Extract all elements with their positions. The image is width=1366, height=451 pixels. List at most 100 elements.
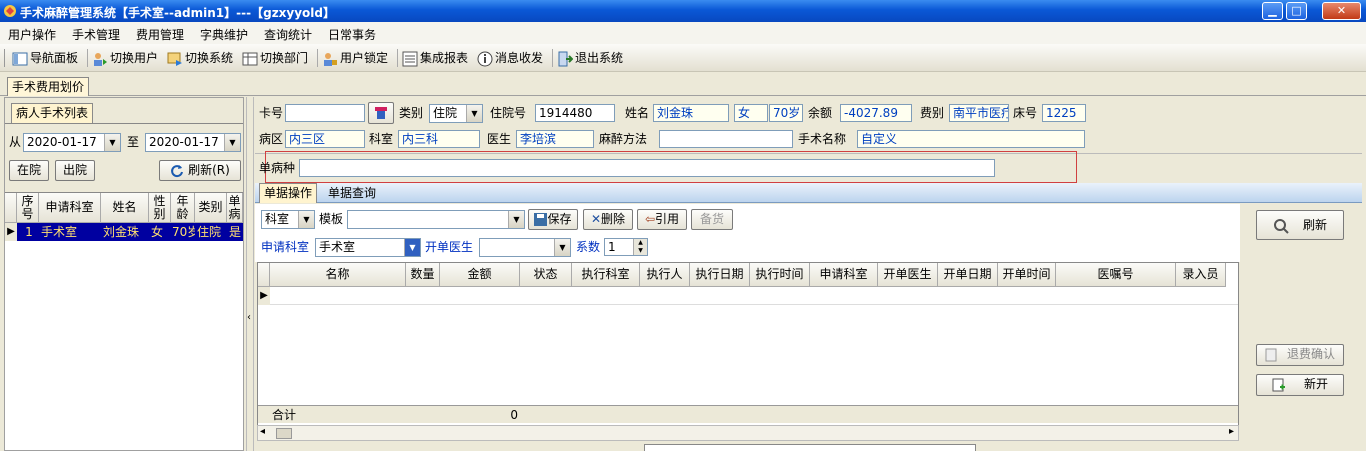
- row-indicator-header: [5, 193, 17, 223]
- col-item-name[interactable]: 名称: [270, 263, 406, 287]
- navigation-panel-button[interactable]: 导航面板: [12, 49, 78, 67]
- discharged-button[interactable]: 出院: [55, 160, 95, 181]
- card-label: 卡号: [259, 106, 284, 120]
- close-button[interactable]: ✕: [1322, 2, 1361, 20]
- col-gender[interactable]: 性别: [149, 193, 171, 223]
- fee-type-label: 费别: [920, 106, 945, 120]
- switch-system-button[interactable]: 切换系统: [167, 49, 233, 67]
- horizontal-scrollbar[interactable]: ◂ ▸: [257, 425, 1239, 441]
- quote-button[interactable]: ⇦引用: [637, 209, 687, 230]
- ward-label: 病区: [259, 132, 284, 146]
- coefficient-stepper[interactable]: 1 ▲ ▼: [604, 238, 648, 256]
- prepare-goods-button[interactable]: 备货: [691, 209, 733, 230]
- report-button[interactable]: 集成报表: [402, 49, 468, 67]
- order-doctor-select[interactable]: ▼: [479, 238, 571, 257]
- menu-surgery-mgmt[interactable]: 手术管理: [72, 26, 120, 43]
- to-date-picker[interactable]: 2020-01-17 ▼: [145, 133, 241, 152]
- switch-department-button[interactable]: 切换部门: [242, 49, 308, 67]
- toolbar-separator: [317, 49, 318, 67]
- col-single-disease[interactable]: 单病: [227, 193, 243, 223]
- save-button[interactable]: 保存: [528, 209, 578, 230]
- col-seq[interactable]: 序号: [17, 193, 39, 223]
- col-req-dept[interactable]: 申请科室: [810, 263, 878, 287]
- template-select[interactable]: ▼: [347, 210, 525, 229]
- col-exec-dept[interactable]: 执行科室: [572, 263, 640, 287]
- refresh-fee-button[interactable]: 刷新: [1256, 210, 1344, 240]
- col-name[interactable]: 姓名: [101, 193, 149, 223]
- col-exec-time[interactable]: 执行时间: [750, 263, 810, 287]
- table-row[interactable]: ▶ 1 手术室 刘金珠 女 70岁 住院 是: [5, 223, 243, 241]
- scrollbar-thumb[interactable]: [276, 428, 292, 439]
- patient-list-panel: 病人手术列表 从 2020-01-17 ▼ 至 2020-01-17 ▼ 在院 出院…: [4, 97, 244, 451]
- col-order-time[interactable]: 开单时间: [998, 263, 1056, 287]
- req-dept-select[interactable]: 手术室 ▼: [315, 238, 421, 257]
- doctor-label: 医生: [487, 132, 512, 146]
- coefficient-label: 系数: [576, 240, 601, 254]
- col-quantity[interactable]: 数量: [406, 263, 440, 287]
- delete-button[interactable]: ✕删除: [583, 209, 633, 230]
- refresh-icon: [171, 164, 184, 177]
- read-card-button[interactable]: [368, 102, 394, 124]
- window-title: 手术麻醉管理系统【手术室--admin1】---【gzxyyold】: [20, 6, 336, 20]
- col-status[interactable]: 状态: [520, 263, 572, 287]
- fee-type-field: 南平市医疗: [949, 104, 1009, 122]
- chevron-down-icon: ▼: [224, 134, 240, 151]
- patient-table-header: 序号 申请科室 姓名 性别 年龄 类别 单病: [5, 193, 243, 223]
- table-row[interactable]: ▶: [258, 287, 1238, 305]
- total-row: 合计 0: [258, 405, 1238, 423]
- fee-items-table: 名称 数量 金额 状态 执行科室 执行人 执行日期 执行时间 申请科室 开单医生…: [257, 262, 1239, 426]
- doctor-field: 李培滨: [516, 130, 594, 148]
- menu-dictionary[interactable]: 字典维护: [200, 26, 248, 43]
- dept-label: 科室: [369, 132, 394, 146]
- col-exec-date[interactable]: 执行日期: [690, 263, 750, 287]
- message-button[interactable]: 消息收发: [477, 49, 543, 67]
- admission-number-input[interactable]: 1914480: [535, 104, 615, 122]
- switch-user-icon: [94, 52, 107, 66]
- type-select[interactable]: 住院 ▼: [429, 104, 483, 123]
- name-label: 姓名: [625, 106, 650, 120]
- col-executor[interactable]: 执行人: [640, 263, 690, 287]
- bottom-splitter[interactable]: [644, 444, 976, 451]
- col-type[interactable]: 类别: [195, 193, 227, 223]
- exit-button[interactable]: 退出系统: [557, 49, 623, 67]
- switch-user-button[interactable]: 切换用户: [92, 49, 158, 67]
- report-icon: [402, 51, 418, 66]
- fee-table-header: 名称 数量 金额 状态 执行科室 执行人 执行日期 执行时间 申请科室 开单医生…: [258, 263, 1238, 287]
- tab-surgery-fee-pricing[interactable]: 手术费用划价: [7, 77, 90, 96]
- tab-document-query[interactable]: 单据查询: [325, 185, 379, 201]
- col-req-dept[interactable]: 申请科室: [39, 193, 101, 223]
- card-number-input[interactable]: [285, 104, 365, 122]
- new-open-button[interactable]: 新开: [1256, 374, 1344, 396]
- patient-info-form: 卡号 类别 住院 ▼ 住院号 1914480 姓名 刘金珠 女 70岁 余额 -4…: [255, 97, 1362, 185]
- dept-filter-select[interactable]: 科室 ▼: [261, 210, 315, 229]
- toolbar-separator: [397, 49, 398, 67]
- save-icon: [534, 213, 548, 226]
- from-date-picker[interactable]: 2020-01-17 ▼: [23, 133, 121, 152]
- toolbar-separator: [87, 49, 88, 67]
- menu-fee-mgmt[interactable]: 费用管理: [136, 26, 184, 43]
- refresh-list-button[interactable]: 刷新(R): [159, 160, 241, 181]
- refund-confirm-button[interactable]: 退费确认: [1256, 344, 1344, 366]
- refresh-icon: [1273, 218, 1289, 234]
- type-label: 类别: [399, 106, 424, 120]
- panel-splitter[interactable]: ‹: [246, 97, 254, 451]
- col-entry-clerk[interactable]: 录入员: [1176, 263, 1226, 287]
- user-lock-button[interactable]: 用户锁定: [322, 49, 388, 67]
- col-order-number[interactable]: 医嘱号: [1056, 263, 1176, 287]
- single-disease-input[interactable]: [299, 159, 995, 177]
- col-order-date[interactable]: 开单日期: [938, 263, 998, 287]
- minimize-button[interactable]: ▁: [1262, 2, 1283, 20]
- maximize-button[interactable]: □: [1286, 2, 1307, 20]
- menu-user-ops[interactable]: 用户操作: [8, 26, 56, 43]
- tab-document-ops[interactable]: 单据操作: [259, 183, 318, 203]
- row-pointer-icon: ▶: [258, 287, 270, 305]
- col-amount[interactable]: 金额: [440, 263, 520, 287]
- col-order-doctor[interactable]: 开单医生: [878, 263, 938, 287]
- col-age[interactable]: 年龄: [171, 193, 195, 223]
- switch-department-icon: [242, 52, 258, 65]
- menu-query-stats[interactable]: 查询统计: [264, 26, 312, 43]
- quote-icon: ⇦: [644, 212, 656, 226]
- anesthesia-method-input[interactable]: [659, 130, 793, 148]
- menu-daily-affairs[interactable]: 日常事务: [328, 26, 376, 43]
- in-hospital-button[interactable]: 在院: [9, 160, 49, 181]
